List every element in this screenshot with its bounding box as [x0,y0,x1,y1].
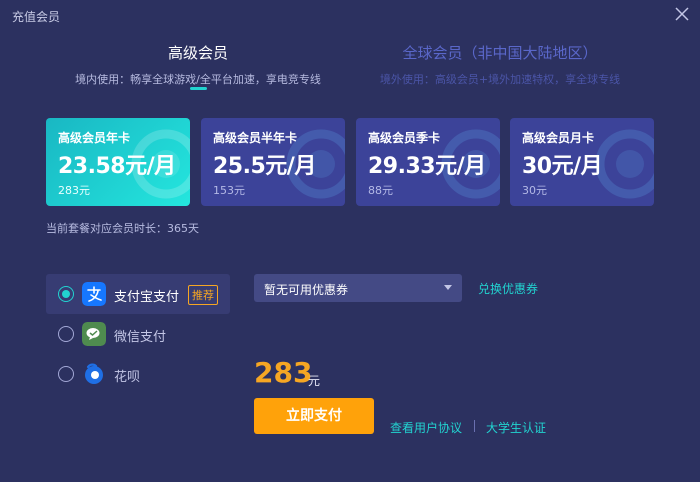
payment-option-label: 支付宝支付 [114,290,180,305]
plan-card-half-year[interactable]: 高级会员半年卡 25.5元/月 153元 [201,118,345,206]
plan-monthly-price: 29.33元/月 [368,154,486,179]
recharge-dialog: 充值会员 高级会员 境内使用：畅享全球游戏/全平台加速，享电竞专线 全球会员（非… [0,0,700,482]
plan-monthly-price: 23.58元/月 [58,154,176,179]
plan-total-price: 88元 [368,184,393,197]
huabei-icon [85,363,103,384]
payment-option-label: 花呗 [114,370,141,385]
student-certification-link[interactable]: 大学生认证 [486,419,546,436]
total-price: 283 [254,356,313,389]
plan-name: 高级会员半年卡 [213,131,298,145]
coupon-selected-value: 暂无可用优惠券 [264,283,349,297]
payment-option-alipay[interactable]: 支付宝支付 推荐 [46,274,230,314]
tab-premium-member[interactable]: 高级会员 境内使用：畅享全球游戏/全平台加速，享电竞专线 [60,42,336,87]
plan-name: 高级会员月卡 [522,131,595,145]
plan-monthly-price: 25.5元/月 [213,154,316,179]
wechat-pay-icon [82,322,106,346]
window-title: 充值会员 [12,10,61,24]
radio-button[interactable] [58,286,74,302]
price-unit: 元 [308,374,321,388]
membership-duration-text: 当前套餐对应会员时长：365天 [46,222,199,235]
pay-now-button[interactable]: 立即支付 [254,398,374,434]
active-tab-indicator [190,87,207,90]
radio-button[interactable] [58,326,74,342]
radio-button[interactable] [58,366,74,382]
coupon-select[interactable]: 暂无可用优惠券 [254,274,462,302]
plan-card-monthly[interactable]: 高级会员月卡 30元/月 30元 [510,118,654,206]
recommended-badge: 推荐 [188,285,218,305]
plan-card-quarter[interactable]: 高级会员季卡 29.33元/月 88元 [356,118,500,206]
alipay-icon [82,282,106,306]
plan-total-price: 283元 [58,184,90,197]
plan-monthly-price: 30元/月 [522,154,603,179]
tab-description: 境内使用：畅享全球游戏/全平台加速，享电竞专线 [75,73,321,86]
user-agreement-link[interactable]: 查看用户协议 [390,419,462,436]
tab-title: 高级会员 [167,44,228,62]
plan-name: 高级会员年卡 [58,131,131,145]
payment-option-wechat[interactable]: 微信支付 [46,314,230,354]
close-icon[interactable] [672,4,692,24]
plan-name: 高级会员季卡 [368,131,441,145]
tab-title: 全球会员（非中国大陆地区） [402,44,598,62]
plan-total-price: 30元 [522,184,547,197]
exchange-coupon-link[interactable]: 兑换优惠券 [478,280,538,297]
payment-option-label: 微信支付 [114,330,167,345]
chevron-down-icon [444,285,452,290]
tab-global-member[interactable]: 全球会员（非中国大陆地区） 境外使用：高级会员+境外加速特权，享全球专线 [362,42,638,87]
plan-card-annual[interactable]: 高级会员年卡 23.58元/月 283元 [46,118,190,206]
tab-description: 境外使用：高级会员+境外加速特权，享全球专线 [379,73,621,86]
payment-option-huabei[interactable]: 花呗 [46,354,230,394]
plan-total-price: 153元 [213,184,245,197]
link-divider [474,420,475,432]
